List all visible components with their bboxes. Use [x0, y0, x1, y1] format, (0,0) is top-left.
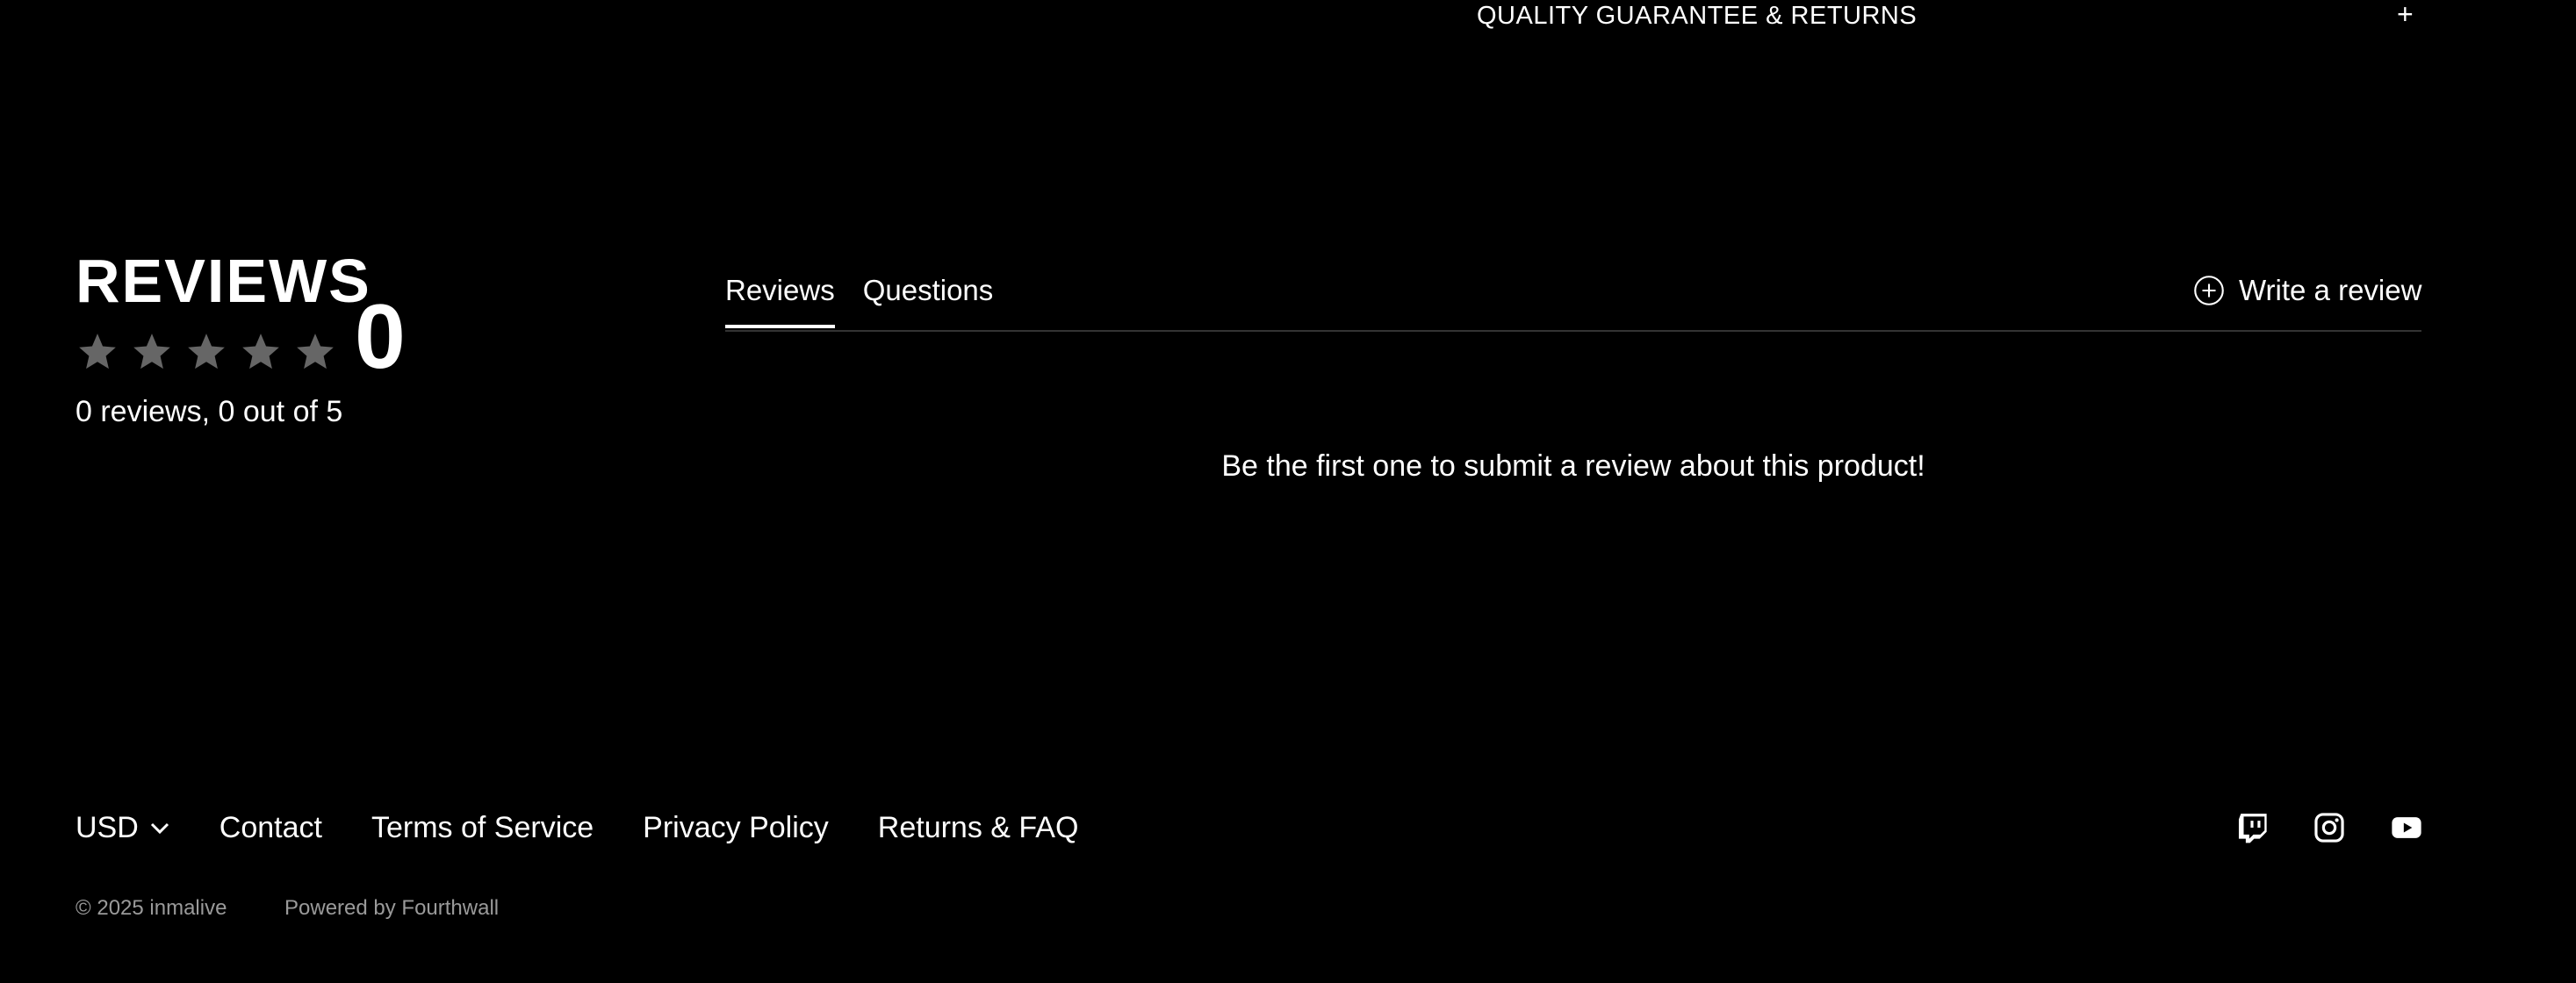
currency-value: USD	[76, 811, 139, 844]
reviews-tabs: Reviews Questions	[725, 274, 993, 328]
tab-reviews[interactable]: Reviews	[725, 274, 835, 328]
star-icon	[76, 330, 119, 374]
currency-selector[interactable]: USD	[76, 811, 170, 845]
write-review-button[interactable]: Write a review	[2193, 274, 2421, 307]
plus-circle-icon	[2193, 275, 2225, 306]
star-icon	[239, 330, 283, 374]
footer-link-returns[interactable]: Returns & FAQ	[878, 811, 1079, 845]
star-icon	[293, 330, 337, 374]
youtube-icon[interactable]	[2390, 811, 2423, 844]
instagram-icon[interactable]	[2313, 811, 2346, 844]
reviews-heading: REVIEWS	[76, 247, 371, 315]
average-rating: 0	[355, 286, 406, 388]
accordion-title[interactable]: QUALITY GUARANTEE & RETURNS	[1477, 2, 1917, 31]
footer-nav: USD Contact Terms of Service Privacy Pol…	[76, 811, 1127, 845]
footer-link-privacy[interactable]: Privacy Policy	[643, 811, 829, 845]
reviews-count: 0 reviews, 0 out of 5	[76, 395, 343, 428]
write-review-label: Write a review	[2239, 274, 2422, 306]
powered-by-link[interactable]: Powered by Fourthwall	[284, 896, 499, 921]
plus-icon[interactable]: +	[2397, 0, 2414, 31]
empty-reviews-message: Be the first one to submit a review abou…	[1221, 449, 1925, 483]
copyright: © 2025 inmalive	[76, 896, 227, 920]
star-icon	[130, 330, 174, 374]
tabs-divider	[725, 330, 2421, 332]
tab-questions[interactable]: Questions	[863, 274, 994, 328]
twitch-icon[interactable]	[2235, 811, 2269, 844]
footer-link-terms[interactable]: Terms of Service	[371, 811, 594, 845]
star-rating	[76, 330, 337, 374]
chevron-down-icon	[149, 822, 170, 836]
footer-link-contact[interactable]: Contact	[219, 811, 322, 845]
social-links	[2235, 811, 2423, 844]
star-icon	[184, 330, 228, 374]
